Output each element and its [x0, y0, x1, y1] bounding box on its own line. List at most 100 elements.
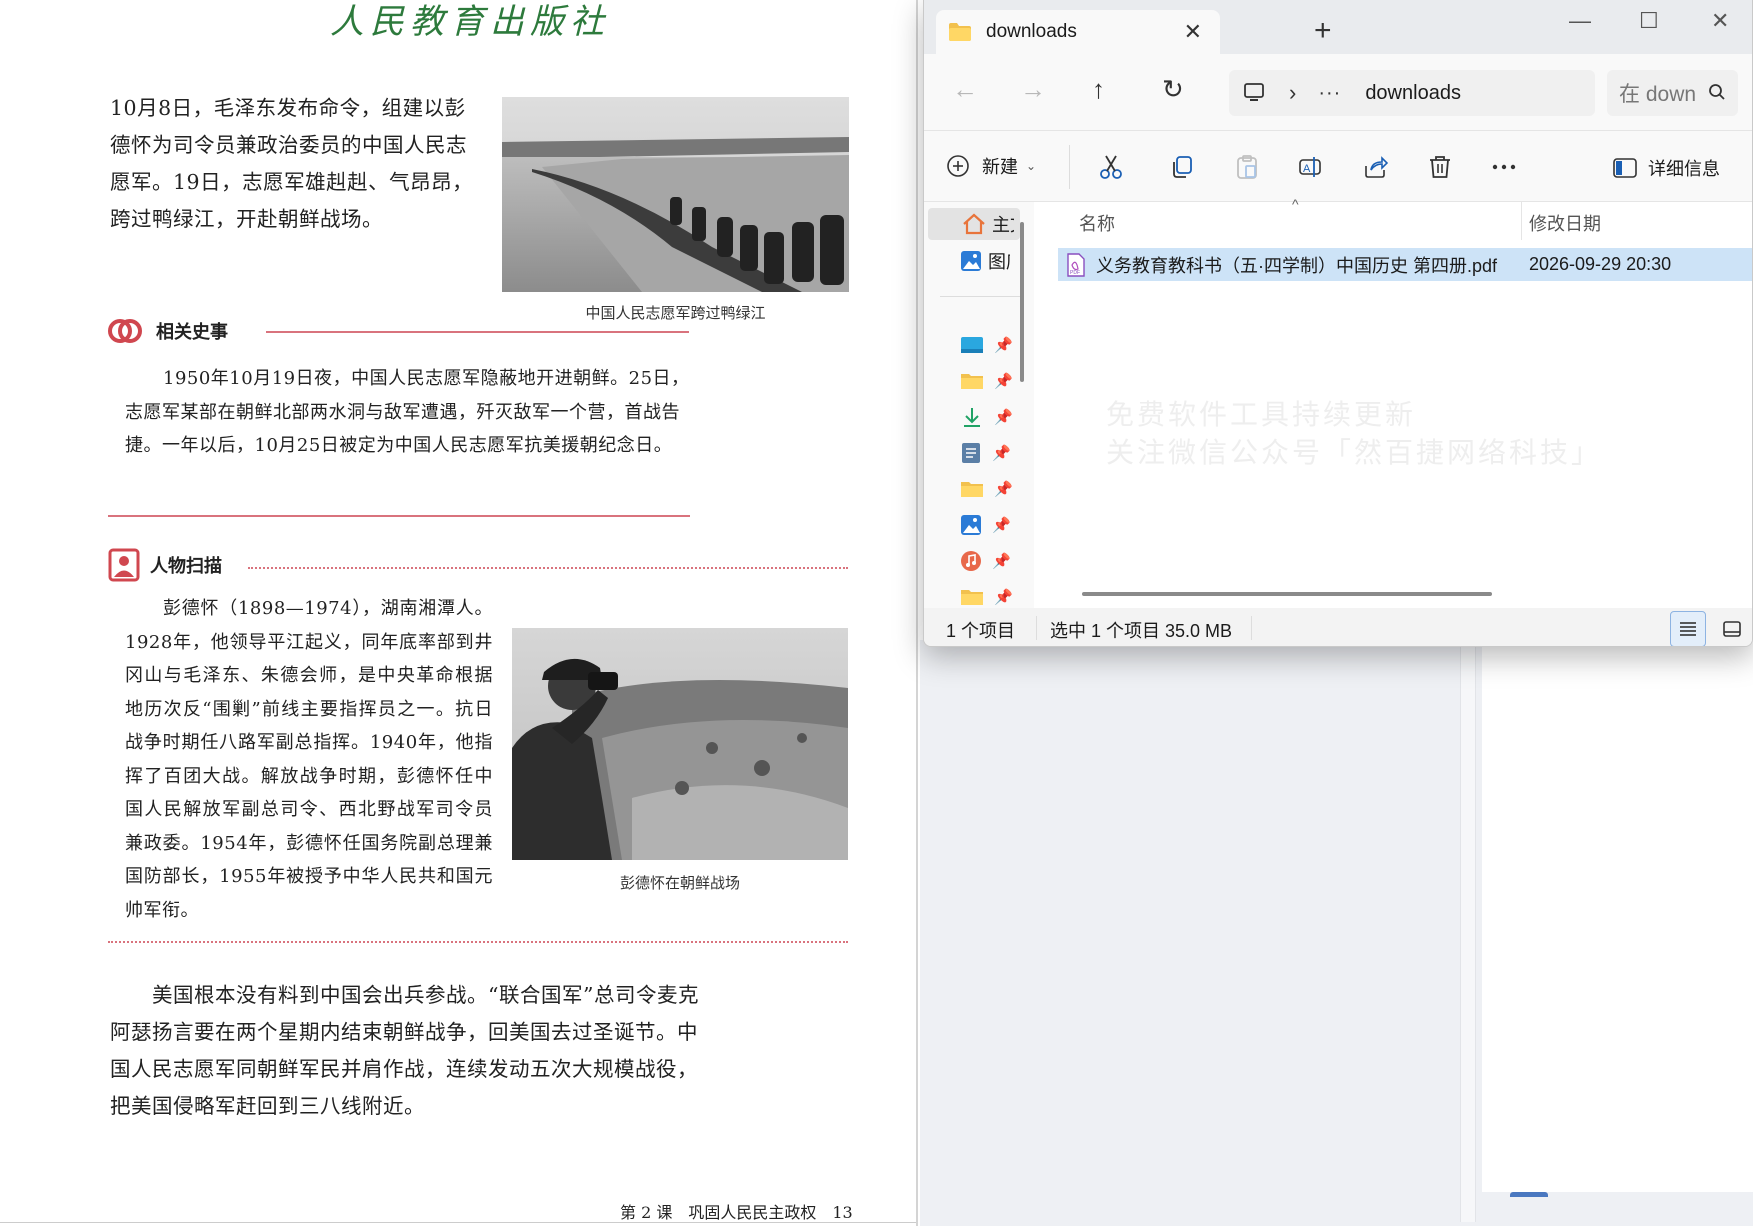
photo-crossing-yalu-caption: 中国人民志愿军跨过鸭绿江: [585, 304, 766, 322]
forward-arrow-icon[interactable]: →: [1020, 74, 1046, 104]
pdf-file-icon: PDF: [1067, 252, 1085, 277]
nav-item-desktop[interactable]: 📌: [960, 330, 1013, 360]
tab-close-icon[interactable]: ✕: [1184, 21, 1202, 43]
page-bottom-edge: [0, 1222, 916, 1223]
refresh-icon[interactable]: ↻: [1162, 74, 1184, 104]
search-icon[interactable]: [1708, 83, 1726, 101]
back-arrow-icon[interactable]: ←: [952, 74, 978, 104]
paste-icon[interactable]: [1233, 153, 1261, 181]
person-scan-icon: [108, 548, 140, 582]
command-divider: [1069, 145, 1070, 189]
nav-home-label: 主文件夹: [992, 215, 1014, 235]
pin-icon[interactable]: 📌: [994, 372, 1013, 390]
nav-item-home[interactable]: 主文件夹: [928, 208, 1020, 240]
copy-icon[interactable]: [1168, 153, 1196, 181]
person-scan-divider-top: [248, 567, 848, 569]
search-box[interactable]: 在 downloads 中搜索: [1607, 70, 1738, 116]
sort-ascending-icon[interactable]: ^: [1292, 196, 1299, 212]
file-row[interactable]: PDF 义务教育教科书（五·四学制）中国历史 第四册.pdf 2026-09-2…: [1058, 248, 1752, 281]
nav-item-folder[interactable]: 📌: [960, 366, 1013, 396]
nav-item-music[interactable]: 📌: [960, 546, 1011, 576]
new-button[interactable]: 新建 ⌄: [946, 153, 1036, 179]
closing-paragraph: 美国根本没有料到中国会出兵参战。“联合国军”总司令麦克阿瑟扬言要在两个星期内结束…: [110, 983, 699, 1118]
nav-item-pictures[interactable]: 📌: [960, 510, 1011, 540]
navigation-pane: 主文件夹 图库 📌 📌 📌: [924, 202, 1034, 608]
person-scan-divider-bottom: [108, 941, 848, 943]
file-name[interactable]: 义务教育教科书（五·四学制）中国历史 第四册.pdf: [1096, 252, 1497, 278]
intro-paragraph: 10月8日，毛泽东发布命令，组建以彭德怀为司令员兼政治委员的中国人民志愿军。19…: [110, 96, 474, 231]
publisher-logo: 人民教育出版社: [330, 2, 610, 42]
horizontal-scrollbar[interactable]: [1082, 592, 1492, 596]
page-footer: 第 2 课 巩固人民民主政权 13: [620, 1203, 853, 1222]
breadcrumb-current[interactable]: downloads: [1365, 82, 1461, 105]
details-pane-button[interactable]: 详细信息: [1612, 155, 1720, 181]
address-bar[interactable]: › ··· downloads: [1229, 70, 1595, 116]
photo-crossing-yalu-image: [502, 97, 849, 292]
pin-icon[interactable]: 📌: [994, 480, 1013, 498]
nav-item-gallery[interactable]: 图库: [960, 246, 1010, 276]
related-history-divider-bottom: [108, 515, 690, 517]
nav-item-folder[interactable]: 📌: [960, 474, 1013, 504]
breadcrumb-chevron-icon[interactable]: ›: [1289, 80, 1296, 106]
details-view-button[interactable]: [1670, 611, 1706, 646]
nav-pane-scrollbar[interactable]: [1020, 222, 1024, 382]
pin-icon[interactable]: 📌: [994, 588, 1013, 606]
share-icon[interactable]: [1361, 153, 1389, 181]
column-header-date[interactable]: 修改日期: [1529, 210, 1601, 236]
add-circle-icon: [947, 155, 969, 177]
more-options-icon[interactable]: [1490, 153, 1518, 181]
background-scrollbar[interactable]: [1460, 640, 1476, 1222]
watermark-line-1: 免费软件工具持续更新: [1106, 398, 1417, 431]
details-pane-icon: [1613, 158, 1637, 178]
download-icon: [964, 408, 980, 427]
related-history-text: 1950年10月19日夜，中国人民志愿军隐蔽地开进朝鲜。25日，志愿军某部在朝鲜…: [125, 368, 690, 456]
pin-icon[interactable]: 📌: [992, 552, 1011, 570]
folder-icon: [961, 482, 983, 497]
command-bar: 新建 ⌄ A 详细信息: [924, 130, 1752, 202]
column-header-name[interactable]: 名称: [1079, 210, 1115, 236]
breadcrumb-more[interactable]: ···: [1318, 82, 1341, 105]
home-icon: [963, 213, 985, 235]
new-tab-button[interactable]: +: [1314, 16, 1332, 46]
pin-icon[interactable]: 📌: [992, 516, 1011, 534]
up-arrow-icon[interactable]: ↑: [1092, 74, 1105, 104]
background-tab-indicator[interactable]: [1510, 1192, 1548, 1197]
rename-icon[interactable]: A: [1296, 153, 1324, 181]
status-bar: 1 个项目 选中 1 个项目 35.0 MB: [924, 608, 1752, 646]
close-window-button[interactable]: ✕: [1711, 6, 1729, 36]
tab-downloads[interactable]: downloads ✕: [936, 10, 1220, 54]
status-item-count: 1 个项目: [946, 621, 1016, 641]
person-scan-title: 人物扫描: [150, 556, 222, 577]
nav-item-documents[interactable]: 📌: [960, 438, 1011, 468]
pictures-icon: [961, 515, 981, 535]
file-list: ^ 名称 修改日期 PDF 义务教育教科书（五·四学制）中国历史 第四册.pdf…: [1042, 196, 1752, 608]
delete-icon[interactable]: [1426, 153, 1454, 181]
nav-divider: [940, 296, 1020, 297]
file-explorer-window: downloads ✕ + — ☐ ✕ ← → ↑ ↻ › ··· downlo…: [923, 0, 1753, 647]
watermark-text: 免费软件工具持续更新 关注微信公众号「然百捷网络科技」: [1106, 396, 1602, 472]
status-divider: [1036, 616, 1037, 640]
status-selection: 选中 1 个项目 35.0 MB: [1050, 621, 1233, 641]
watermark-line-2: 关注微信公众号「然百捷网络科技」: [1106, 436, 1603, 469]
folder-icon: [949, 23, 971, 41]
tab-title: downloads: [986, 21, 1077, 42]
pin-icon[interactable]: 📌: [992, 444, 1011, 462]
folder-icon: [961, 374, 983, 389]
column-divider[interactable]: [1521, 202, 1522, 240]
search-placeholder[interactable]: 在 downloads 中搜索: [1619, 78, 1697, 108]
pin-icon[interactable]: 📌: [994, 336, 1013, 354]
person-scan-text: 彭德怀（1898—1974），湖南湘潭人。1928年，他领导平江起义，同年底率部…: [125, 598, 493, 921]
documents-icon: [962, 443, 980, 463]
related-history-title: 相关史事: [156, 322, 228, 343]
svg-text:PDF: PDF: [1070, 270, 1080, 276]
pin-icon[interactable]: 📌: [994, 408, 1013, 426]
details-view-icon: [1680, 622, 1696, 636]
tiles-view-button[interactable]: [1714, 611, 1750, 646]
maximize-button[interactable]: ☐: [1639, 6, 1659, 36]
navigation-bar: ← → ↑ ↻ › ··· downloads 在 downloads 中搜索: [924, 54, 1752, 130]
minimize-button[interactable]: —: [1569, 6, 1591, 36]
pdf-page: 人民教育出版社 10月8日，毛泽东发布命令，组建以彭德怀为司令员兼政治委员的中国…: [0, 0, 918, 1226]
cut-icon[interactable]: [1097, 153, 1125, 181]
nav-item-downloads[interactable]: 📌: [960, 402, 1013, 432]
title-bar: downloads ✕ + — ☐ ✕: [924, 0, 1752, 54]
